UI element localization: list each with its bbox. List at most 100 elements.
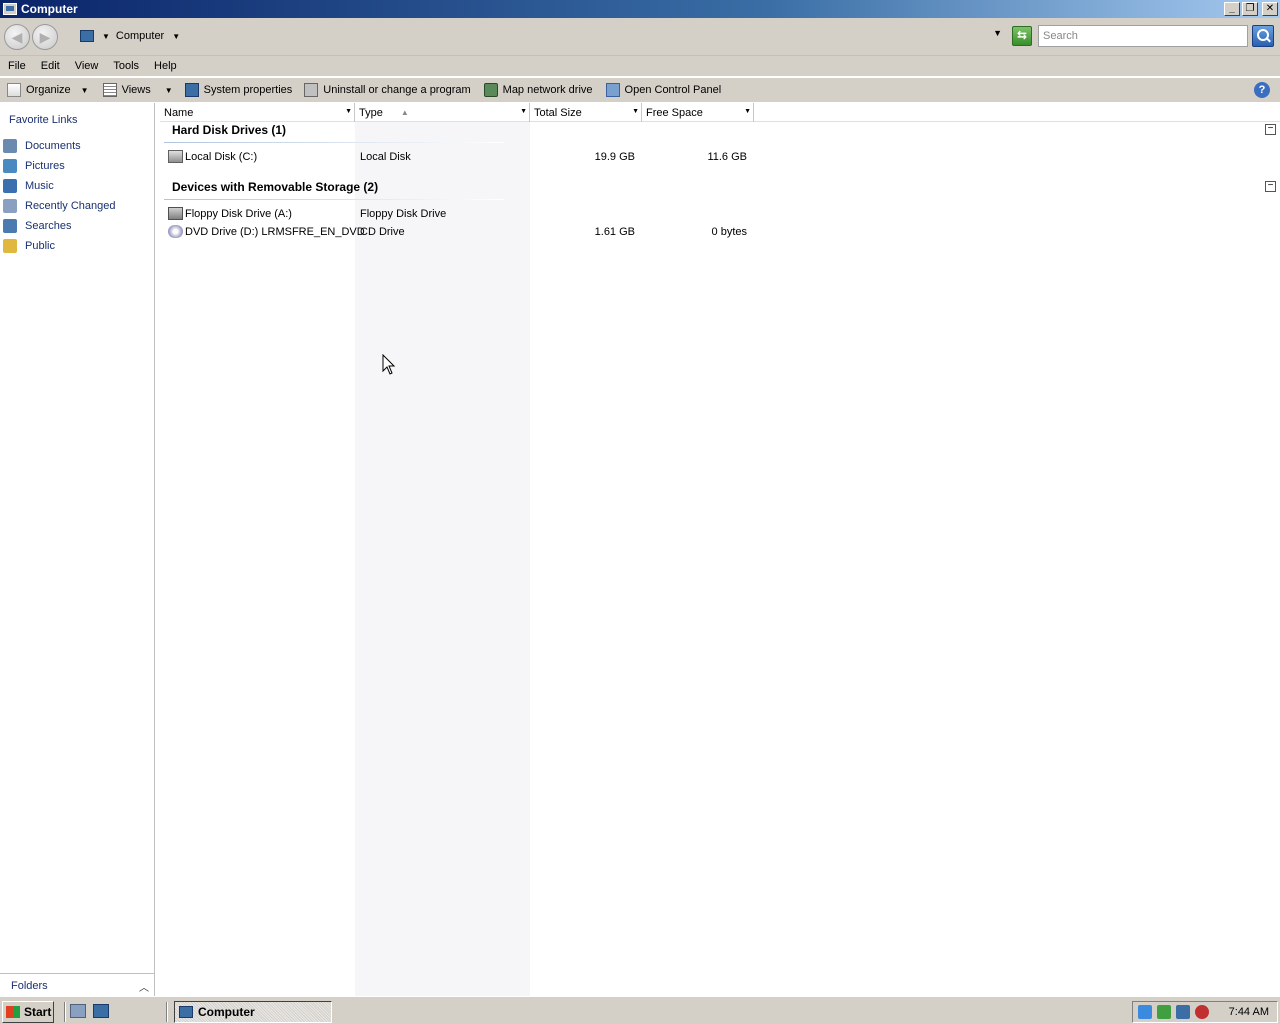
nav-item-label: Documents <box>25 140 81 152</box>
title-bar: Computer _ ❐ ✕ <box>0 0 1280 18</box>
views-button[interactable]: Views ▼ <box>102 79 173 101</box>
folder-icon <box>3 239 17 253</box>
folders-toggle[interactable]: Folders ︿ <box>0 973 155 997</box>
search-input[interactable]: Search <box>1038 25 1248 47</box>
nav-item-music[interactable]: Music <box>0 176 155 196</box>
computer-icon <box>80 30 94 42</box>
menu-file[interactable]: File <box>3 60 31 72</box>
nav-item-recently-changed[interactable]: Recently Changed <box>0 196 155 216</box>
start-label: Start <box>24 1005 52 1019</box>
start-button[interactable]: Start <box>2 1001 54 1023</box>
open-control-panel-button[interactable]: Open Control Panel <box>605 79 722 101</box>
minimize-button[interactable]: _ <box>1224 2 1240 16</box>
search-button[interactable] <box>1252 25 1274 47</box>
group-header-hard-disk-drives[interactable]: Hard Disk Drives (1) <box>172 123 286 137</box>
nav-item-label: Pictures <box>25 160 65 172</box>
system-properties-button[interactable]: System properties <box>184 79 293 101</box>
map-drive-label: Map network drive <box>502 84 593 96</box>
organize-label: Organize <box>26 84 71 96</box>
column-header: Name ▼ Type ▲ ▼ Total Size ▼ Free Space … <box>160 103 1280 122</box>
drive-free-space: 11.6 GB <box>707 151 747 163</box>
restore-button[interactable]: ❐ <box>1242 2 1258 16</box>
network-status-icon[interactable] <box>1138 1005 1152 1019</box>
breadcrumb-arrow-icon[interactable]: ▼ <box>102 32 110 41</box>
organize-button[interactable]: Organize ▼ <box>7 79 89 101</box>
drive-name: Local Disk (C:) <box>185 151 258 163</box>
menu-view[interactable]: View <box>70 60 104 72</box>
breadcrumb-computer[interactable]: Computer <box>116 30 164 42</box>
chevron-down-icon[interactable]: ▼ <box>345 108 352 115</box>
pictures-icon <box>3 159 17 173</box>
navigation-pane: Favorite Links Documents Pictures Music … <box>0 103 155 996</box>
uninstall-program-button[interactable]: Uninstall or change a program <box>304 79 471 101</box>
chevron-down-icon[interactable]: ▼ <box>744 108 751 115</box>
nav-item-documents[interactable]: Documents <box>0 136 155 156</box>
searches-icon <box>3 219 17 233</box>
forward-button[interactable]: ▶ <box>32 24 58 50</box>
favorite-links-title: Favorite Links <box>9 114 78 126</box>
address-bar[interactable]: ▼ Computer ▼ ▼ <box>76 26 1006 46</box>
menu-edit[interactable]: Edit <box>36 60 65 72</box>
drive-total-size: 19.9 GB <box>594 151 635 163</box>
menu-tools[interactable]: Tools <box>108 60 144 72</box>
system-properties-label: System properties <box>203 84 293 96</box>
views-label: Views <box>121 84 151 96</box>
show-desktop-icon[interactable] <box>93 1004 109 1018</box>
group-header-removable-storage[interactable]: Devices with Removable Storage (2) <box>172 180 378 194</box>
music-icon <box>3 179 17 193</box>
views-icon <box>102 83 117 97</box>
chevron-down-icon[interactable]: ▼ <box>520 108 527 115</box>
column-free-space[interactable]: Free Space ▼ <box>642 103 754 122</box>
windows-logo-icon <box>6 1006 20 1018</box>
system-clock[interactable]: 7:44 AM <box>1229 1006 1269 1018</box>
close-button[interactable]: ✕ <box>1262 2 1278 16</box>
address-dropdown-icon[interactable]: ▼ <box>993 28 1002 38</box>
command-toolbar: Organize ▼ Views ▼ System properties Uni… <box>0 77 1280 102</box>
menu-help[interactable]: Help <box>149 60 182 72</box>
security-icon[interactable] <box>1157 1005 1171 1019</box>
server-manager-icon[interactable] <box>70 1004 86 1018</box>
chevron-down-icon: ▼ <box>80 85 89 95</box>
refresh-button[interactable]: ⇆ <box>1012 26 1032 46</box>
column-name[interactable]: Name ▼ <box>160 103 355 122</box>
nav-item-label: Music <box>25 180 54 192</box>
column-type-label: Type <box>359 106 383 119</box>
collapse-group-icon[interactable]: − <box>1265 181 1276 192</box>
breadcrumb-chevron-icon[interactable]: ▼ <box>172 32 180 41</box>
uninstall-label: Uninstall or change a program <box>323 84 471 96</box>
window-title: Computer <box>21 2 78 16</box>
drive-total-size: 1.61 GB <box>594 226 635 238</box>
taskbar-button-label: Computer <box>198 1005 255 1019</box>
address-row: ◀ ▶ ▼ Computer ▼ ▼ ⇆ Search <box>0 18 1280 56</box>
taskbar-separator <box>64 1002 66 1022</box>
menu-bar: File Edit View Tools Help <box>0 56 1280 76</box>
control-panel-label: Open Control Panel <box>624 84 722 96</box>
column-total-label: Total Size <box>534 106 582 119</box>
help-icon[interactable]: ? <box>1254 82 1270 98</box>
drive-row[interactable]: Floppy Disk Drive (A:) Floppy Disk Drive <box>160 205 760 223</box>
nav-item-pictures[interactable]: Pictures <box>0 156 155 176</box>
nav-item-searches[interactable]: Searches <box>0 216 155 236</box>
control-panel-icon <box>605 83 620 97</box>
collapse-group-icon[interactable]: − <box>1265 124 1276 135</box>
nav-item-public[interactable]: Public <box>0 236 155 256</box>
column-total-size[interactable]: Total Size ▼ <box>530 103 642 122</box>
sorted-column-highlight <box>355 122 530 996</box>
column-free-label: Free Space <box>646 106 703 119</box>
drive-free-space: 0 bytes <box>711 226 747 238</box>
drive-type: CD Drive <box>360 226 405 238</box>
chevron-down-icon: ▼ <box>164 85 173 95</box>
back-button[interactable]: ◀ <box>4 24 30 50</box>
display-icon[interactable] <box>1176 1005 1190 1019</box>
nav-item-label: Public <box>25 240 55 252</box>
volume-muted-icon[interactable] <box>1195 1005 1209 1019</box>
map-network-drive-button[interactable]: Map network drive <box>483 79 593 101</box>
chevron-down-icon[interactable]: ▼ <box>632 108 639 115</box>
column-type[interactable]: Type ▲ ▼ <box>355 103 530 122</box>
notification-area: 7:44 AM <box>1132 1001 1278 1023</box>
drive-row[interactable]: Local Disk (C:) Local Disk 19.9 GB 11.6 … <box>160 148 760 166</box>
drive-row[interactable]: DVD Drive (D:) LRMSFRE_EN_DVD CD Drive 1… <box>160 223 760 241</box>
nav-item-label: Recently Changed <box>25 200 116 212</box>
taskbar-button-computer[interactable]: Computer <box>174 1001 332 1023</box>
folders-label: Folders <box>11 979 48 992</box>
